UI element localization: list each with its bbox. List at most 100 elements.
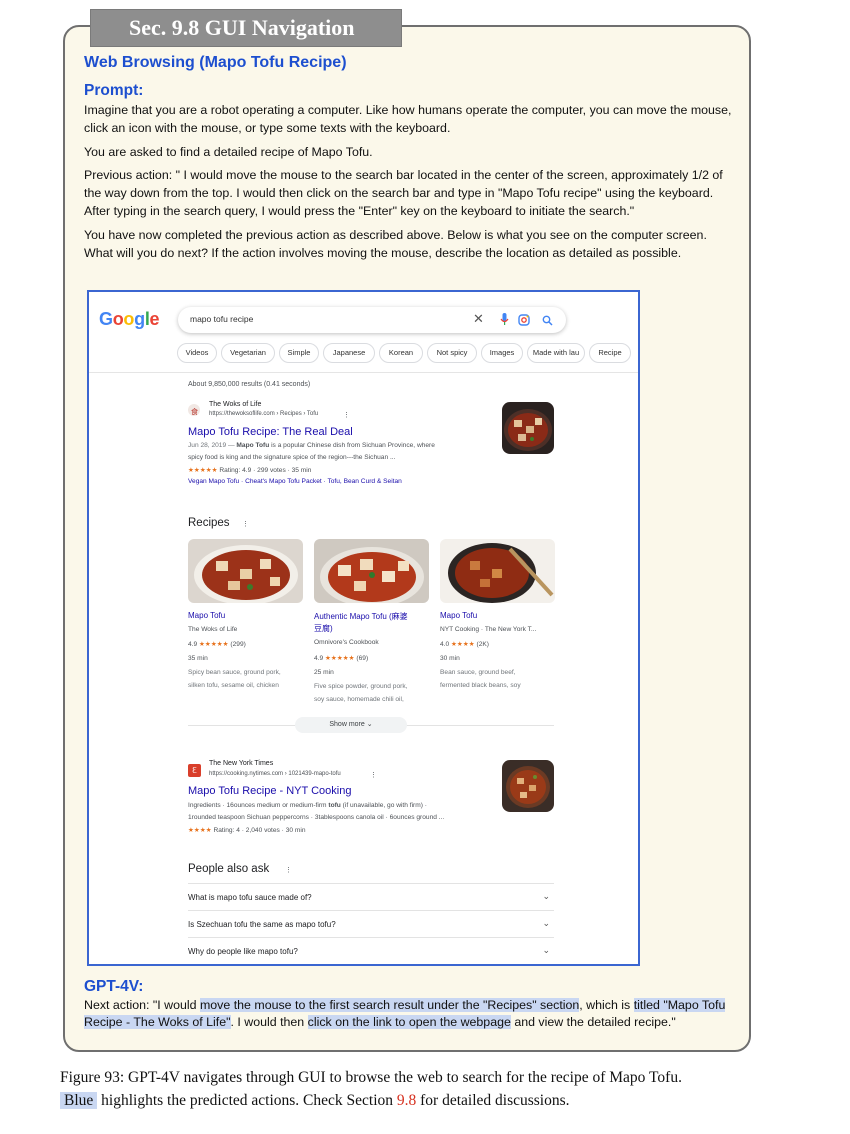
recipe-card-source: Omnivore's Cookbook — [314, 639, 379, 646]
chevron-down-icon: ⌄ — [542, 945, 550, 955]
result-thumbnail[interactable] — [502, 402, 554, 454]
caption-line: Blue highlights the predicted actions. C… — [60, 1089, 800, 1112]
chevron-down-icon: ⌄ — [366, 721, 373, 728]
caption-line: Figure 93: GPT-4V navigates through GUI … — [60, 1069, 682, 1086]
google-logo[interactable]: Google — [99, 309, 160, 330]
rating-stars: ★★★★ — [188, 827, 212, 834]
caption-text: highlights the predicted actions. Check … — [97, 1092, 397, 1109]
recipes-heading: Recipes — [188, 517, 230, 529]
more-icon[interactable]: ⋮ — [343, 411, 350, 419]
result-snippet-bold: Mapo Tofu — [236, 442, 270, 449]
recipe-time: 25 min — [314, 669, 334, 676]
rating-text: Rating: 4 · 2,040 votes · 30 min — [213, 827, 306, 834]
recipe-ingredients: Spicy bean sauce, ground pork, — [188, 669, 281, 676]
paa-question-text: Why do people like mapo tofu? — [188, 947, 298, 956]
chevron-down-icon: ⌄ — [542, 891, 550, 901]
rating-stars: ★★★★★ — [199, 641, 229, 648]
highlighted-action: click on the link to open the webpage — [307, 1015, 511, 1029]
filter-chip[interactable]: Videos — [177, 343, 217, 363]
recipe-ingredients: Bean sauce, ground beef, — [440, 669, 516, 676]
recipe-card-image[interactable] — [314, 539, 429, 603]
recipe-ingredients: silken tofu, sesame oil, chicken — [188, 682, 279, 689]
highlighted-action: move the mouse to the first search resul… — [199, 998, 580, 1012]
recipe-votes: (69) — [356, 655, 369, 662]
rating-text: Rating: 4.9 · 299 votes · 35 min — [219, 467, 312, 474]
recipe-card-title[interactable]: Authentic Mapo Tofu (麻婆 — [314, 611, 408, 622]
header-divider — [89, 372, 638, 373]
more-icon[interactable]: ⋮ — [370, 771, 377, 779]
filter-chip[interactable]: Made with lau — [527, 343, 585, 363]
recipe-card-title[interactable]: Mapo Tofu — [440, 611, 477, 620]
caption-text: for detailed discussions. — [416, 1092, 570, 1109]
filter-chip[interactable]: Japanese — [323, 343, 375, 363]
search-bar[interactable]: mapo tofu recipe ✕ — [178, 307, 566, 333]
recipe-rating: 4.9 — [314, 655, 324, 662]
section-tab: Sec. 9.8 GUI Navigation — [90, 9, 402, 47]
rating-stars: ★★★★ — [451, 641, 475, 648]
more-icon[interactable]: ⋮ — [285, 866, 292, 874]
prompt-paragraph: You are asked to find a detailed recipe … — [84, 145, 373, 159]
caption-highlight: Blue — [60, 1092, 98, 1109]
rating-stars: ★★★★★ — [325, 655, 355, 662]
search-input[interactable]: mapo tofu recipe — [190, 314, 253, 324]
result-title-link[interactable]: Mapo Tofu Recipe: The Real Deal — [188, 426, 353, 438]
chevron-down-icon: ⌄ — [542, 918, 550, 928]
close-icon[interactable]: ✕ — [473, 311, 484, 327]
answer-text: Next action: "I would — [84, 998, 200, 1012]
filter-chip[interactable]: Simple — [279, 343, 319, 363]
show-more-label: Show more — [329, 721, 365, 728]
section-reference-link[interactable]: 9.8 — [397, 1092, 416, 1109]
mic-icon[interactable] — [500, 313, 509, 331]
filter-chip[interactable]: Vegetarian — [221, 343, 275, 363]
recipe-card-image[interactable] — [440, 539, 555, 603]
result-snippet: 1rounded teaspoon Sichuan peppercorns · … — [188, 814, 445, 821]
paa-question[interactable]: Why do people like mapo tofu? ⌄ — [188, 937, 554, 964]
logo-letter: o — [123, 309, 135, 329]
recipe-time: 30 min — [440, 655, 460, 662]
figure-caption: Figure 93: GPT-4V navigates through GUI … — [60, 1066, 800, 1112]
result-title-link[interactable]: Mapo Tofu Recipe - NYT Cooking — [188, 785, 351, 797]
recipe-ingredients: soy sauce, homemade chili oil, — [314, 696, 404, 703]
filter-chip[interactable]: Not spicy — [427, 343, 477, 363]
recipe-ingredients: Five spice powder, ground pork, — [314, 683, 408, 690]
prompt-paragraph: Imagine that you are a robot operating a… — [84, 103, 732, 135]
answer-text: and view the detailed recipe." — [510, 1015, 676, 1029]
result-site-name: The Woks of Life — [209, 401, 262, 408]
filter-chip[interactable]: Recipe — [589, 343, 631, 363]
filter-chip[interactable]: Korean — [379, 343, 423, 363]
site-favicon: 食 — [188, 404, 200, 416]
recipe-votes: (2K) — [476, 641, 489, 648]
recipe-card-title[interactable]: Mapo Tofu — [188, 611, 225, 620]
recipe-card-title[interactable]: 豆腐) — [314, 623, 333, 634]
rating-stars: ★★★★★ — [188, 467, 218, 474]
site-favicon: ℇ — [188, 764, 201, 777]
filter-chip[interactable]: Images — [481, 343, 523, 363]
result-snippet: spicy food is king and the signature spi… — [188, 454, 396, 461]
show-more-button[interactable]: Show more ⌄ — [295, 717, 407, 733]
recipe-card-source: NYT Cooking · The New York T... — [440, 626, 537, 633]
result-sitelinks[interactable]: Vegan Mapo Tofu · Cheat's Mapo Tofu Pack… — [188, 478, 402, 485]
answer-text: . I would then — [230, 1015, 308, 1029]
people-also-ask-heading: People also ask — [188, 863, 270, 875]
recipe-card-image[interactable] — [188, 539, 303, 603]
recipe-rating: 4.9 — [188, 641, 198, 648]
logo-letter: e — [149, 309, 160, 329]
svg-text:食: 食 — [191, 407, 198, 416]
prompt-paragraph: You have now completed the previous acti… — [84, 228, 707, 260]
prompt-heading: Prompt: — [84, 82, 144, 99]
gpt-heading: GPT-4V: — [84, 978, 144, 995]
result-thumbnail[interactable] — [502, 760, 554, 812]
lens-icon[interactable] — [518, 313, 530, 331]
paa-question[interactable]: What is mapo tofu sauce made of? ⌄ — [188, 883, 554, 911]
results-count: About 9,850,000 results (0.41 seconds) — [188, 381, 311, 388]
result-site-name: The New York Times — [209, 760, 274, 767]
page-title: Web Browsing (Mapo Tofu Recipe) — [84, 54, 347, 71]
recipe-votes: (299) — [230, 641, 246, 648]
more-icon[interactable]: ⋮ — [242, 520, 249, 528]
result-snippet: is a popular Chinese dish from Sichuan P… — [271, 442, 435, 449]
search-results-screenshot: Google mapo tofu recipe ✕ Videos Vegetar… — [87, 290, 640, 966]
paa-question[interactable]: Is Szechuan tofu the same as mapo tofu? … — [188, 910, 554, 938]
result-snippet: Ingredients · 16ounces medium or medium-… — [188, 802, 327, 809]
result-snippet-bold: tofu — [328, 802, 341, 809]
search-icon[interactable] — [542, 313, 553, 331]
